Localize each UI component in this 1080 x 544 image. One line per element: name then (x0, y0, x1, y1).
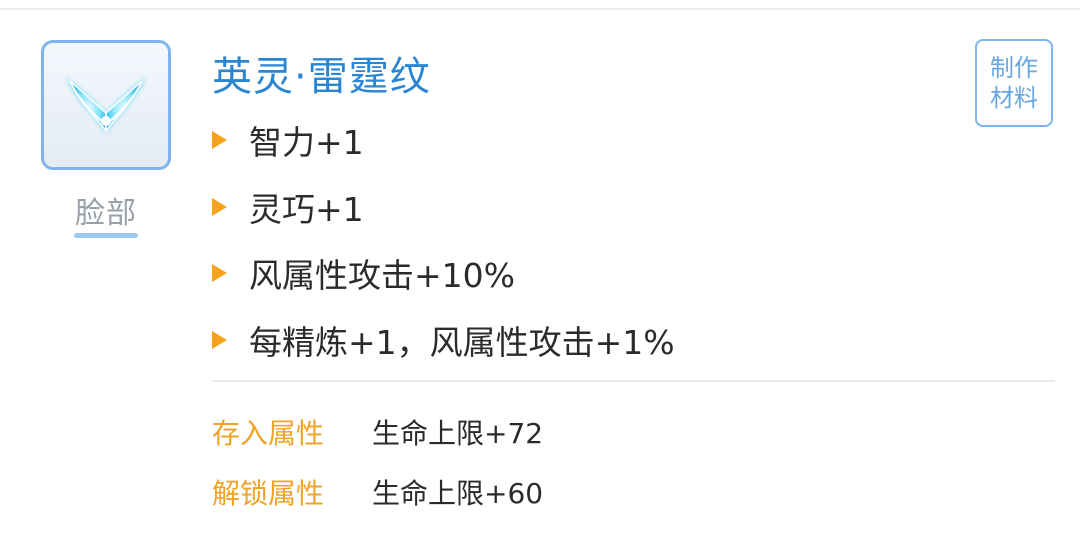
item-icon-frame[interactable] (41, 40, 171, 170)
stat-text: 智力+1 (249, 123, 364, 162)
item-card: 脸部 英灵·雷霆纹 制作 材料 智力+1 灵巧+1 风属性攻击+10% 每精炼+… (0, 12, 1080, 544)
stored-attribute-label: 存入属性 (212, 417, 325, 450)
unlock-attribute-value: 生命上限+60 (372, 477, 544, 510)
crafting-materials-button[interactable]: 制作 材料 (975, 39, 1053, 127)
item-title: 英灵·雷霆纹 (212, 54, 431, 100)
top-divider (0, 0, 1080, 10)
unlock-attribute-label: 解锁属性 (212, 477, 325, 510)
bullet-arrow-icon (212, 264, 227, 282)
stat-row: 智力+1 (212, 118, 364, 162)
craft-button-line2: 材料 (990, 84, 1038, 112)
bullet-arrow-icon (212, 331, 227, 349)
stat-row: 每精炼+1，风属性攻击+1% (212, 318, 675, 362)
stat-text: 风属性攻击+10% (249, 256, 515, 295)
bullet-arrow-icon (212, 131, 227, 149)
stored-attribute-row: 存入属性 生命上限+72 (212, 412, 543, 452)
winged-crest-icon (66, 77, 146, 134)
stat-row: 风属性攻击+10% (212, 251, 515, 295)
slot-indicator (74, 233, 138, 238)
section-divider (212, 380, 1055, 382)
craft-button-line1: 制作 (990, 54, 1038, 82)
stat-text: 每精炼+1，风属性攻击+1% (249, 323, 675, 362)
unlock-attribute-row: 解锁属性 生命上限+60 (212, 472, 543, 512)
stored-attribute-value: 生命上限+72 (372, 417, 544, 450)
slot-label: 脸部 (75, 196, 137, 231)
bullet-arrow-icon (212, 198, 227, 216)
stat-row: 灵巧+1 (212, 185, 364, 229)
stat-text: 灵巧+1 (249, 190, 364, 229)
